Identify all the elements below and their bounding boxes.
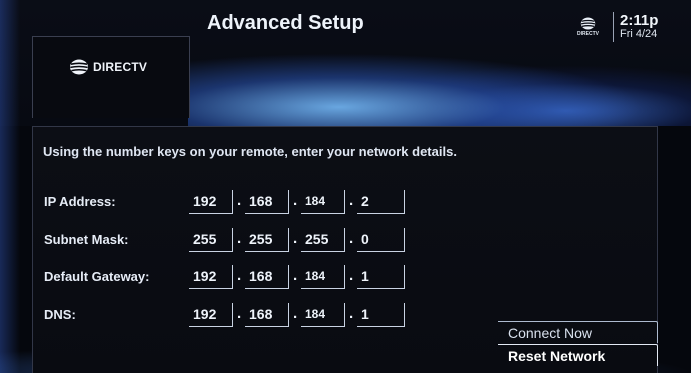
- directv-logo: DIRECTV: [69, 59, 147, 75]
- reset-network-button[interactable]: Reset Network: [498, 344, 658, 366]
- subnet-mask-octet-2[interactable]: 255: [245, 228, 289, 252]
- page-title: Advanced Setup: [207, 12, 364, 34]
- clock-date: Fri 4/24: [620, 28, 658, 40]
- octet-value: 255: [193, 231, 217, 247]
- octet-value: 192: [193, 306, 217, 322]
- dns-row: DNS: 192 . 168 . 184 . 1: [33, 303, 453, 329]
- subnet-mask-octet-1[interactable]: 255: [189, 228, 233, 252]
- octet-value: 184: [305, 194, 326, 208]
- globe-icon: [580, 17, 596, 30]
- instructions-text: Using the number keys on your remote, en…: [43, 144, 457, 159]
- dns-octet-2[interactable]: 168: [245, 303, 289, 327]
- ip-address-octet-1[interactable]: 192: [189, 190, 233, 214]
- octet-separator: .: [237, 305, 242, 322]
- octet-separator: .: [237, 267, 242, 284]
- ip-address-octet-2[interactable]: 168: [245, 190, 289, 214]
- octet-separator: .: [293, 267, 298, 284]
- octet-value: 184: [305, 307, 326, 321]
- ip-address-octet-4[interactable]: 2: [357, 190, 405, 214]
- octet-value: 1: [361, 268, 369, 284]
- octet-separator: .: [237, 230, 242, 247]
- subnet-mask-octet-3[interactable]: 255: [301, 228, 345, 252]
- brand-name: DIRECTV: [93, 60, 148, 74]
- field-label: Subnet Mask:: [44, 232, 129, 247]
- dns-octet-1[interactable]: 192: [189, 303, 233, 327]
- octet-value: 1: [361, 306, 369, 322]
- octet-value: 184: [305, 269, 326, 283]
- octet-value: 255: [305, 231, 329, 247]
- background-glow: [188, 50, 691, 126]
- octet-value: 168: [249, 306, 273, 322]
- background-glow-left: [0, 0, 20, 373]
- octet-value: 2: [361, 193, 369, 209]
- octet-separator: .: [237, 192, 242, 209]
- status-logo: DIRECTV: [569, 17, 607, 37]
- default-gateway-row: Default Gateway: 192 . 168 . 184 . 1: [33, 265, 453, 291]
- default-gateway-octet-4[interactable]: 1: [357, 265, 405, 289]
- clock-time: 2:11p: [620, 12, 659, 29]
- octet-value: 0: [361, 231, 369, 247]
- subnet-mask-row: Subnet Mask: 255 . 255 . 255 . 0: [33, 228, 453, 254]
- field-label: IP Address:: [44, 194, 116, 209]
- field-label: Default Gateway:: [44, 269, 150, 284]
- dns-octet-3[interactable]: 184: [301, 303, 345, 327]
- octet-separator: .: [349, 192, 354, 209]
- octet-value: 168: [249, 268, 273, 284]
- brand-panel: DIRECTV: [32, 36, 190, 118]
- ip-address-octet-3[interactable]: 184: [301, 190, 345, 214]
- default-gateway-octet-2[interactable]: 168: [245, 265, 289, 289]
- tv-screen: DIRECTV Advanced Setup DIRECTV 2:11p Fri…: [0, 0, 691, 373]
- subnet-mask-octet-4[interactable]: 0: [357, 228, 405, 252]
- octet-separator: .: [293, 230, 298, 247]
- status-brand-name: DIRECTV: [577, 31, 599, 37]
- octet-value: 255: [249, 231, 273, 247]
- octet-value: 168: [249, 193, 273, 209]
- octet-separator: .: [349, 267, 354, 284]
- octet-value: 192: [193, 268, 217, 284]
- octet-separator: .: [293, 192, 298, 209]
- clock: 2:11p Fri 4/24: [620, 13, 658, 41]
- octet-separator: .: [349, 230, 354, 247]
- status-bar: DIRECTV 2:11p Fri 4/24: [569, 10, 658, 44]
- octet-separator: .: [349, 305, 354, 322]
- status-divider: [613, 12, 614, 42]
- dns-octet-4[interactable]: 1: [357, 303, 405, 327]
- connect-now-button[interactable]: Connect Now: [498, 321, 658, 343]
- network-settings-panel: Using the number keys on your remote, en…: [32, 126, 658, 373]
- default-gateway-octet-1[interactable]: 192: [189, 265, 233, 289]
- globe-icon: [70, 59, 88, 75]
- octet-separator: .: [293, 305, 298, 322]
- ip-address-row: IP Address: 192 . 168 . 184 . 2: [33, 190, 453, 216]
- octet-value: 192: [193, 193, 217, 209]
- default-gateway-octet-3[interactable]: 184: [301, 265, 345, 289]
- field-label: DNS:: [44, 307, 76, 322]
